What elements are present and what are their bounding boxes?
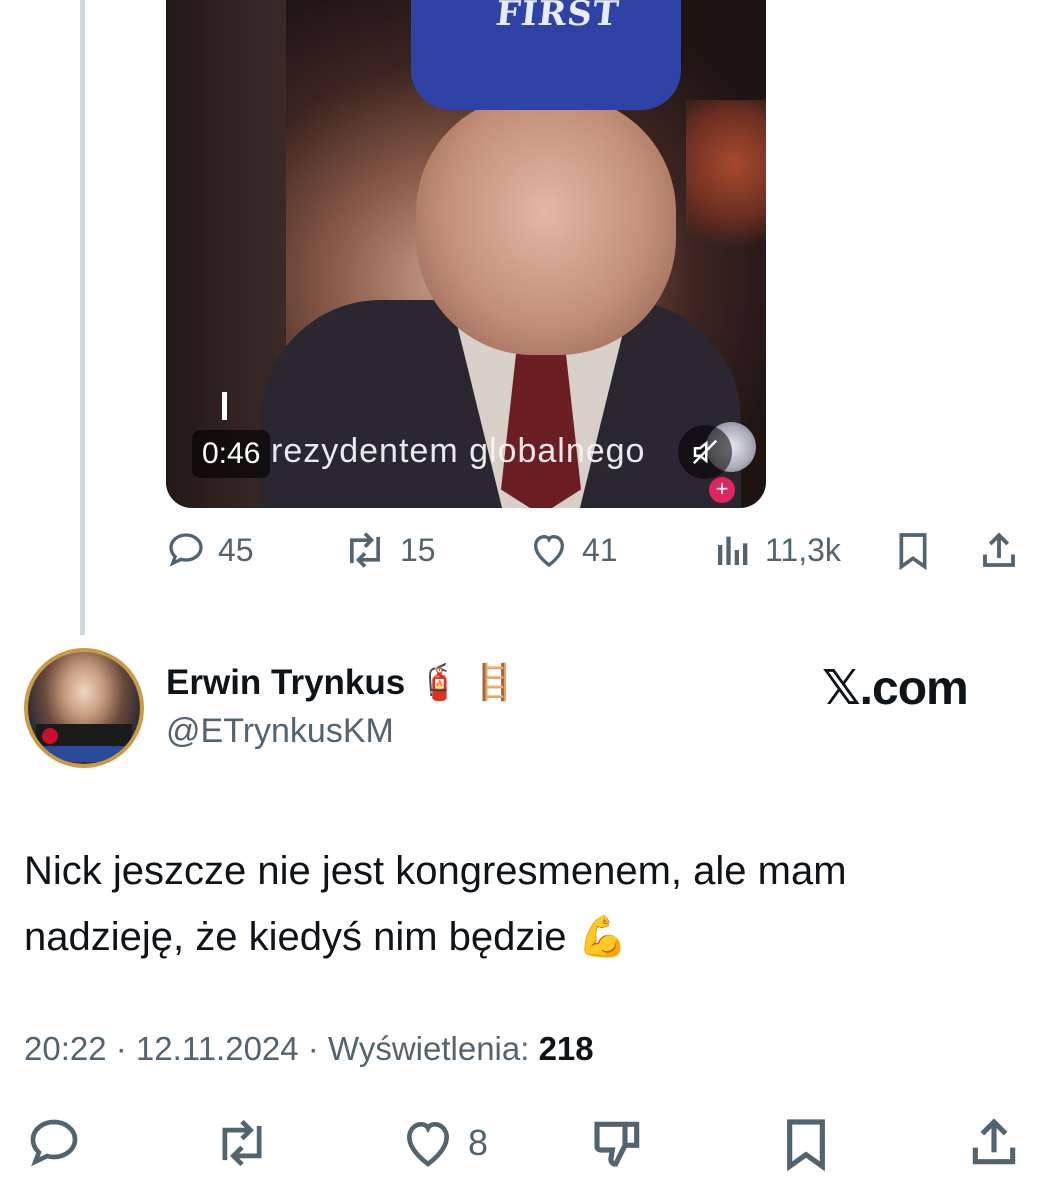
tweet-text-line-1: Nick jeszcze nie jest kongresmenem, ale … [24,849,847,893]
analytics-icon [718,536,748,565]
tweet-actions: 8 [0,1115,1049,1175]
bookmark-icon [787,1119,825,1171]
repost-icon [350,532,380,568]
like-count: 8 [468,1122,489,1163]
like-count: 41 [582,531,618,568]
heart-icon [533,534,565,568]
avatar-photo [28,652,140,764]
repost-button[interactable] [212,1115,272,1171]
bookmark-icon [899,533,927,570]
tweet-time[interactable]: 20:22 [24,1030,107,1067]
meta-separator: · [106,1030,136,1067]
bookmark-button[interactable] [778,1115,834,1171]
speaker-muted-icon [692,439,718,465]
thumbs-down-icon [594,1121,640,1167]
tweet-meta: 20:22 · 12.11.2024 · Wyświetlenia: 218 [24,1030,594,1068]
tweet-text: Nick jeszcze nie jest kongresmenem, ale … [24,838,1024,970]
author-name[interactable]: Erwin Trynkus [166,663,405,703]
reply-icon [169,533,203,567]
video-duration-badge: 0:46 [192,430,271,478]
reply-count: 45 [218,531,254,568]
avatar-badge-logo [42,728,58,744]
bookmark-button[interactable] [893,530,933,570]
video-subtitle: rezydentem globalnego [271,432,646,470]
fire-extinguisher-icon: 🧯 [417,663,461,702]
share-button[interactable] [966,1115,1022,1171]
views-label: Wyświetlenia: [327,1030,539,1067]
video-player[interactable]: FIRST rezydentem globalnego 0:46 + [166,0,766,508]
x-com-watermark: 𝕏.com [822,662,969,715]
follow-plus-button[interactable]: + [709,477,735,503]
like-button[interactable]: 8 [400,1115,488,1171]
views-count: 11,3k [765,531,841,568]
repost-button[interactable]: 15 [342,530,436,570]
video-person-face [416,95,676,355]
downvote-button[interactable] [590,1115,646,1171]
share-button[interactable] [978,530,1020,572]
reply-button[interactable]: 45 [166,530,254,570]
mute-button[interactable] [678,425,732,479]
tweet-date[interactable]: 12.11.2024 [136,1030,299,1067]
ladder-icon: 🪜 [472,663,517,702]
reply-icon [30,1119,78,1167]
quoted-tweet-actions: 45 15 41 11,3k [0,530,1049,580]
meta-separator: · [298,1030,328,1067]
repost-count: 15 [400,531,436,568]
share-icon [972,1118,1016,1165]
views-total: 218 [538,1030,594,1067]
share-icon [983,532,1015,567]
author-avatar[interactable] [24,648,144,768]
repost-icon [222,1119,262,1167]
author-handle[interactable]: @ETrynkusKM [166,712,394,751]
avatar-badge-bottom [42,746,126,762]
reply-button[interactable] [26,1115,82,1171]
like-button[interactable]: 41 [528,530,618,570]
video-subtitle-cursor [222,392,227,420]
tweet-text-line-2: nadzieję, że kiedyś nim będzie 💪 [24,915,628,959]
views-button[interactable]: 11,3k [713,530,841,570]
video-cap-text: FIRST [493,0,622,34]
video-background-flowers [686,100,766,260]
heart-icon [406,1121,450,1167]
author-name-row[interactable]: Erwin Trynkus 🧯 🪜 [166,662,516,703]
